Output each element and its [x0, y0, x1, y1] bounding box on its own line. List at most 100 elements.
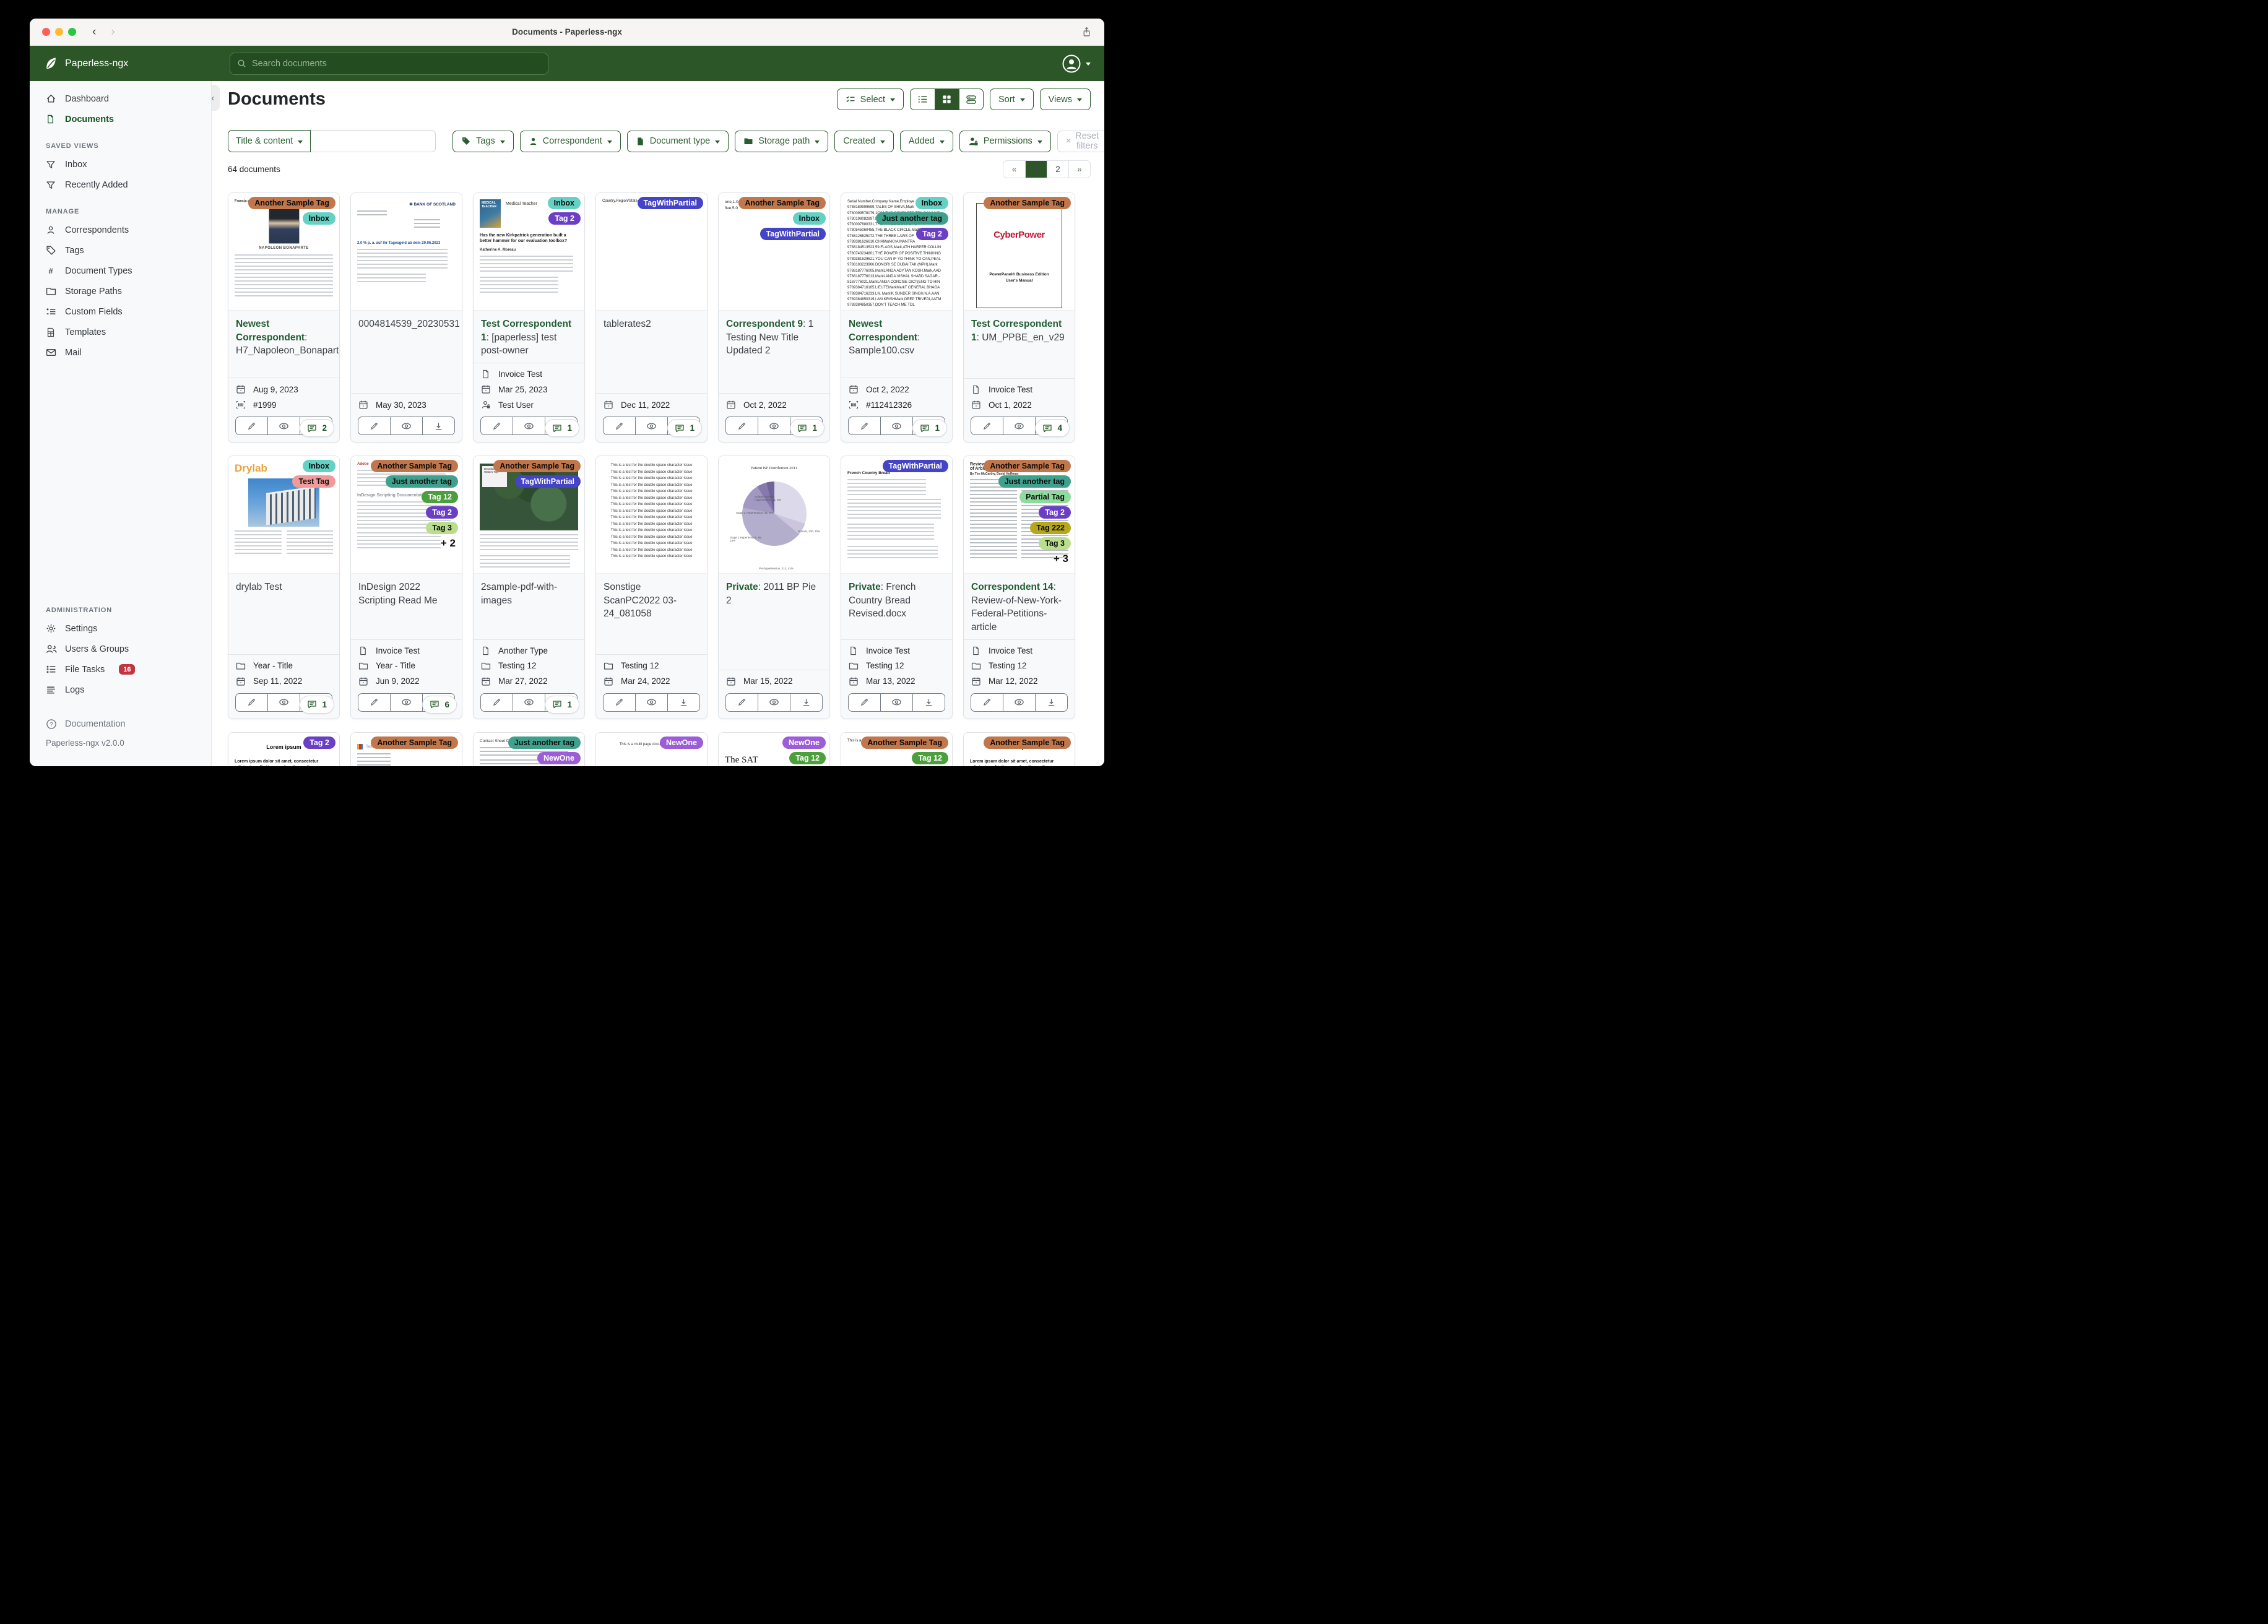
document-card-14[interactable]: Review ofof Arbitral AwardsBy Tim McCart… [963, 456, 1075, 719]
document-card-6[interactable]: Serial Number,Company Name,Employe 97881… [841, 192, 953, 443]
tag-pill-tag-3[interactable]: Tag 3 [1039, 537, 1071, 550]
download-button[interactable] [1035, 693, 1067, 711]
edit-button[interactable] [849, 417, 880, 434]
document-correspondent[interactable]: Private [726, 582, 758, 592]
user-menu[interactable] [1062, 54, 1091, 73]
document-correspondent[interactable]: Test Correspondent 1 [971, 319, 1062, 343]
views-button[interactable]: Views [1039, 89, 1091, 110]
edit-button[interactable] [358, 417, 390, 434]
document-card-9[interactable]: Adobe InDesign Scripting Documentation An… [350, 456, 462, 719]
app-brand[interactable]: Paperless-ngx [43, 56, 128, 71]
view-button[interactable] [758, 417, 790, 435]
document-card-20[interactable]: This is a test Another Sample Tag Tag 12 [841, 732, 953, 766]
tag-pill-tagwithpartial[interactable]: TagWithPartial [760, 228, 826, 240]
document-title[interactable]: 0004814539_20230531 [351, 311, 462, 393]
filter-tags-button[interactable]: Tags [452, 130, 514, 152]
sidebar-item-templates[interactable]: Templates [30, 322, 211, 342]
view-button[interactable] [635, 693, 667, 711]
document-title[interactable]: Private: French Country Bread Revised.do… [841, 574, 952, 639]
document-thumbnail[interactable]: ✻ BANK OF SCOTLAND 2,0 % p. a. auf Ihr Ta… [351, 193, 462, 311]
view-button[interactable] [513, 693, 545, 711]
tag-pill-another-sample-tag[interactable]: Another Sample Tag [371, 736, 458, 749]
comments-badge[interactable]: 1 [545, 695, 579, 714]
document-title[interactable]: drylab Test [228, 574, 339, 654]
document-thumbnail[interactable]: Country,Region/State," [596, 193, 707, 311]
document-card-10[interactable]: Boundary Waters Trip Another Sample Tag T… [473, 456, 585, 719]
document-thumbnail[interactable]: CyberPower PowerPanel® Business Edition Us… [964, 193, 1075, 311]
download-button[interactable] [790, 693, 822, 711]
document-card-3[interactable]: MEDICAL TEACHER Medical Teacher Has the ne… [473, 192, 585, 443]
filter-added-button[interactable]: Added [899, 130, 953, 152]
tag-pill-tagwithpartial[interactable]: TagWithPartial [514, 475, 581, 488]
document-correspondent[interactable]: Newest Correspondent [236, 319, 305, 343]
view-button[interactable] [390, 693, 422, 711]
sidebar-item-custom-fields[interactable]: Custom Fields [30, 301, 211, 322]
tag-pill-tagwithpartial[interactable]: TagWithPartial [637, 197, 703, 209]
tag-pill-tag-3[interactable]: Tag 3 [426, 522, 458, 535]
document-card-5[interactable]: one,1.0 five,5.0 Another Sample Tag Inbox T… [718, 192, 830, 443]
document-title[interactable]: tablerates2 [596, 311, 707, 393]
sort-button[interactable]: Sort [989, 89, 1034, 110]
download-button[interactable] [667, 693, 699, 711]
tag-pill-partial-tag[interactable]: Partial Tag [1019, 491, 1071, 504]
tag-pill-just-another-tag[interactable]: Just another tag [998, 475, 1071, 488]
edit-button[interactable] [849, 694, 880, 711]
tag-pill-tag-12[interactable]: Tag 12 [422, 491, 458, 504]
grid-view-button[interactable] [934, 89, 959, 110]
pagination-page-2[interactable]: 2 [1047, 161, 1068, 178]
document-thumbnail[interactable]: French Country Bread [841, 456, 952, 574]
sidebar-item-settings[interactable]: Settings [30, 618, 211, 639]
tag-pill-tag-2[interactable]: Tag 2 [426, 506, 458, 519]
pagination-prev-button[interactable]: « [1003, 161, 1025, 178]
global-search[interactable] [230, 52, 548, 75]
document-title[interactable]: 2sample-pdf-with-images [474, 574, 584, 639]
tag-pill-tag-2[interactable]: Tag 2 [303, 736, 335, 749]
search-field-selector-button[interactable]: Title & content [228, 130, 311, 152]
document-correspondent[interactable]: Correspondent 14 [971, 582, 1054, 592]
tag-pill-tag-2[interactable]: Tag 2 [1039, 506, 1071, 519]
view-button[interactable] [1003, 693, 1035, 711]
download-button[interactable] [422, 417, 454, 435]
document-card-8[interactable]: Drylab Inbox Test Tag drylab Test Year - … [228, 456, 340, 719]
document-thumbnail[interactable]: Patient BP Distribution 2011 Isolated Sys… [719, 456, 829, 574]
document-title[interactable]: InDesign 2022 Scripting Read Me [351, 574, 462, 639]
tag-pill-another-sample-tag[interactable]: Another Sample Tag [738, 197, 826, 209]
view-button[interactable] [880, 693, 912, 711]
document-title[interactable]: Test Correspondent 1: UM_PPBE_en_v29 [964, 311, 1075, 378]
tag-pill-just-another-tag[interactable]: Just another tag [875, 212, 948, 225]
document-card-4[interactable]: Country,Region/State," TagWithPartial ta… [595, 192, 708, 443]
close-window-button[interactable] [42, 28, 50, 36]
view-button[interactable] [880, 417, 912, 435]
tag-pill-newone[interactable]: NewOne [537, 751, 581, 764]
filter-document-type-button[interactable]: Document type [626, 130, 729, 152]
view-button[interactable] [267, 693, 300, 711]
document-card-18[interactable]: This is a multi page document. Page 1. N… [595, 732, 708, 766]
view-button[interactable] [267, 417, 300, 435]
share-icon[interactable] [1081, 27, 1092, 37]
sidebar-item-documents[interactable]: Documents [30, 109, 211, 129]
pagination-page-1[interactable]: 1 [1025, 161, 1047, 178]
document-title[interactable]: Test Correspondent 1: [paperless] test p… [474, 311, 584, 363]
comments-badge[interactable]: 4 [1035, 419, 1070, 438]
sidebar-item-dashboard[interactable]: Dashboard [30, 89, 211, 109]
document-card-13[interactable]: French Country Bread TagWithPartial Priv… [841, 456, 953, 719]
document-card-2[interactable]: ✻ BANK OF SCOTLAND 2,0 % p. a. auf Ihr Ta… [350, 192, 462, 443]
document-card-19[interactable]: The SATPracticeTest #1Make time to take … [718, 732, 830, 766]
minimize-window-button[interactable] [55, 28, 63, 36]
document-thumbnail[interactable]: This is a test for the double space char… [596, 456, 707, 574]
document-card-15[interactable]: Lorem ipsum Lorem ipsum dolor sit amet, c… [228, 732, 340, 766]
edit-button[interactable] [481, 694, 513, 711]
tag-pill-inbox[interactable]: Inbox [302, 212, 335, 225]
sidebar-item-mail[interactable]: Mail [30, 342, 211, 363]
edit-button[interactable] [604, 417, 635, 434]
edit-button[interactable] [726, 417, 758, 434]
reset-filters-button[interactable]: × Reset filters [1057, 130, 1104, 152]
document-card-1[interactable]: Francja pod r NAPOLEON BONAPARTE Another … [228, 192, 340, 443]
sidebar-item-inbox[interactable]: Inbox [30, 154, 211, 175]
browser-back-button[interactable]: ‹ [92, 25, 96, 39]
document-card-7[interactable]: CyberPower PowerPanel® Business Edition Us… [963, 192, 1075, 443]
view-button[interactable] [758, 693, 790, 711]
filter-storage-path-button[interactable]: Storage path [735, 130, 829, 152]
search-input[interactable] [252, 58, 541, 69]
tag-pill-tag-2[interactable]: Tag 2 [916, 228, 948, 240]
